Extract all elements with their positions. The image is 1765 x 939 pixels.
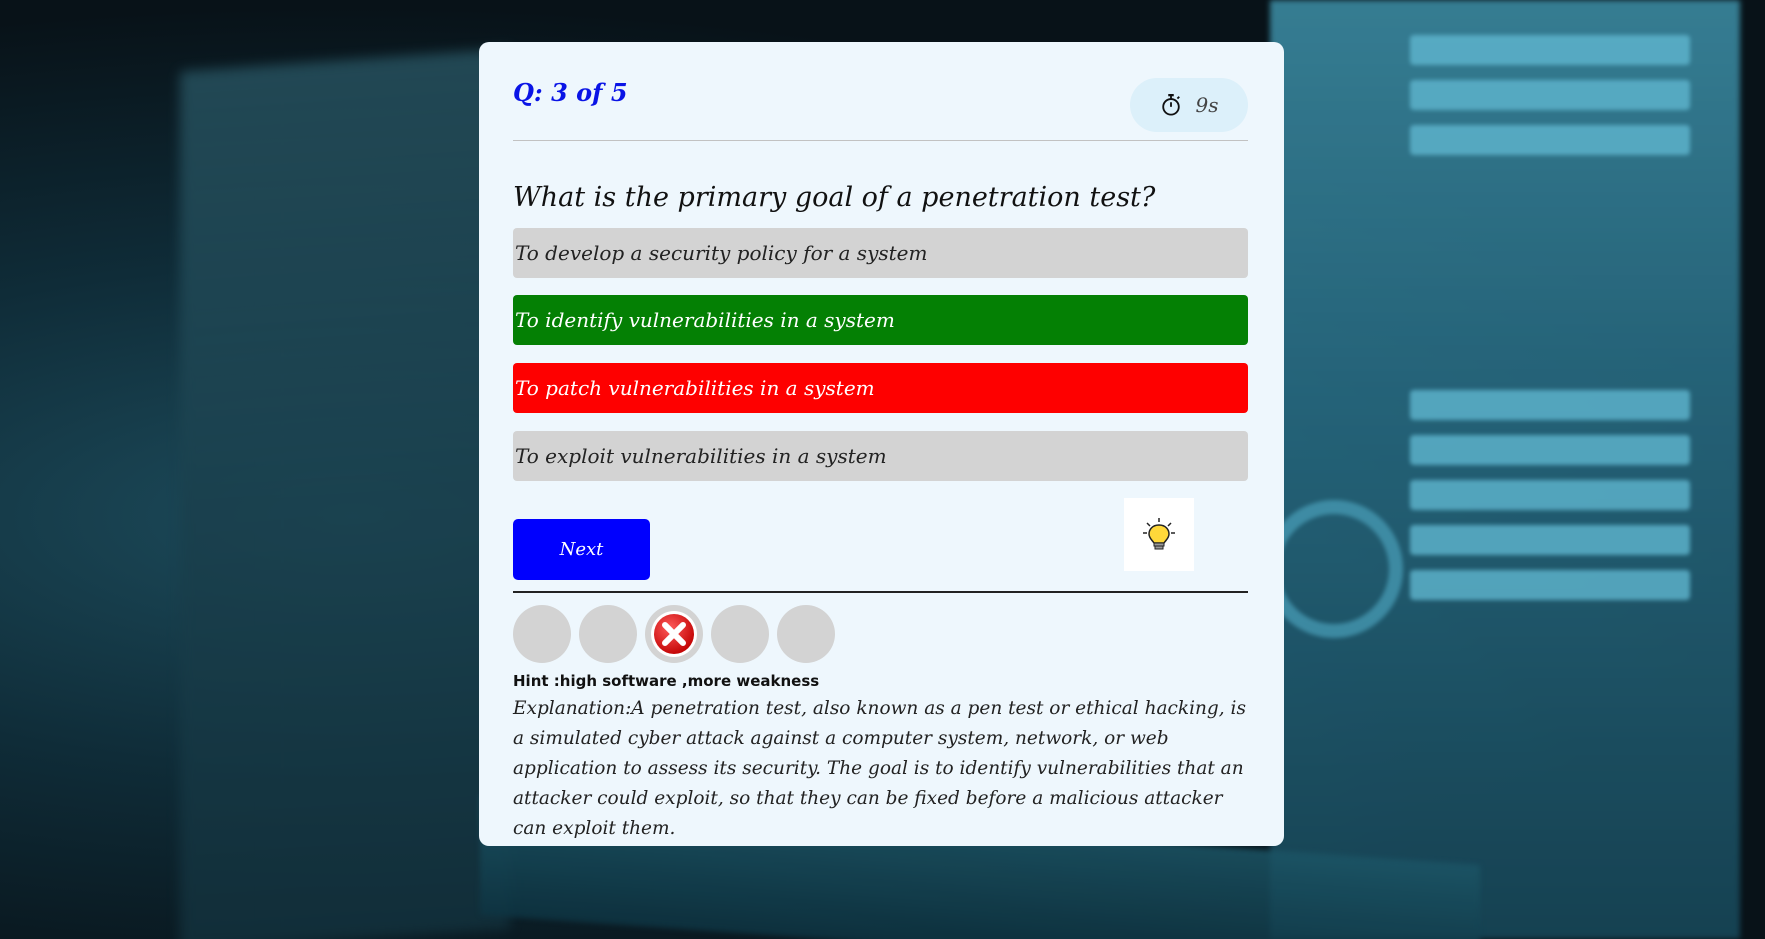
quiz-card: Q: 3 of 5 9s What is the primary goal of…: [479, 42, 1284, 846]
question-text: What is the primary goal of a penetratio…: [513, 182, 1156, 213]
timer-value: 9s: [1195, 93, 1219, 117]
explanation-text: Explanation:A penetration test, also kno…: [513, 698, 1246, 839]
progress-dot: [777, 605, 835, 663]
next-button[interactable]: Next: [513, 519, 650, 580]
progress-dot: [513, 605, 571, 663]
progress-divider: [513, 591, 1248, 593]
quiz-header: Q: 3 of 5 9s: [513, 78, 1248, 132]
answer-option[interactable]: To develop a security policy for a syste…: [513, 228, 1248, 278]
answer-option-label: To exploit vulnerabilities in a system: [515, 444, 887, 468]
lightbulb-icon: [1143, 517, 1175, 549]
hint-text: Hint :high software ,more weakness: [513, 672, 820, 690]
answer-option-correct[interactable]: To identify vulnerabilities in a system: [513, 295, 1248, 345]
answer-option-wrong[interactable]: To patch vulnerabilities in a system: [513, 363, 1248, 413]
question-counter: Q: 3 of 5: [513, 78, 628, 107]
hint-button[interactable]: [1124, 498, 1194, 571]
stopwatch-icon: [1161, 94, 1180, 116]
answer-option-label: To identify vulnerabilities in a system: [515, 308, 895, 332]
answer-option-label: To patch vulnerabilities in a system: [515, 376, 875, 400]
progress-dot: [579, 605, 637, 663]
answer-option-label: To develop a security policy for a syste…: [515, 241, 928, 265]
x-circle-icon: [651, 611, 697, 657]
header-divider: [513, 140, 1248, 141]
answer-option[interactable]: To exploit vulnerabilities in a system: [513, 431, 1248, 481]
progress-dot-wrong: [645, 605, 703, 663]
timer: 9s: [1130, 78, 1248, 132]
progress-dot: [711, 605, 769, 663]
progress-indicators: [513, 605, 835, 663]
